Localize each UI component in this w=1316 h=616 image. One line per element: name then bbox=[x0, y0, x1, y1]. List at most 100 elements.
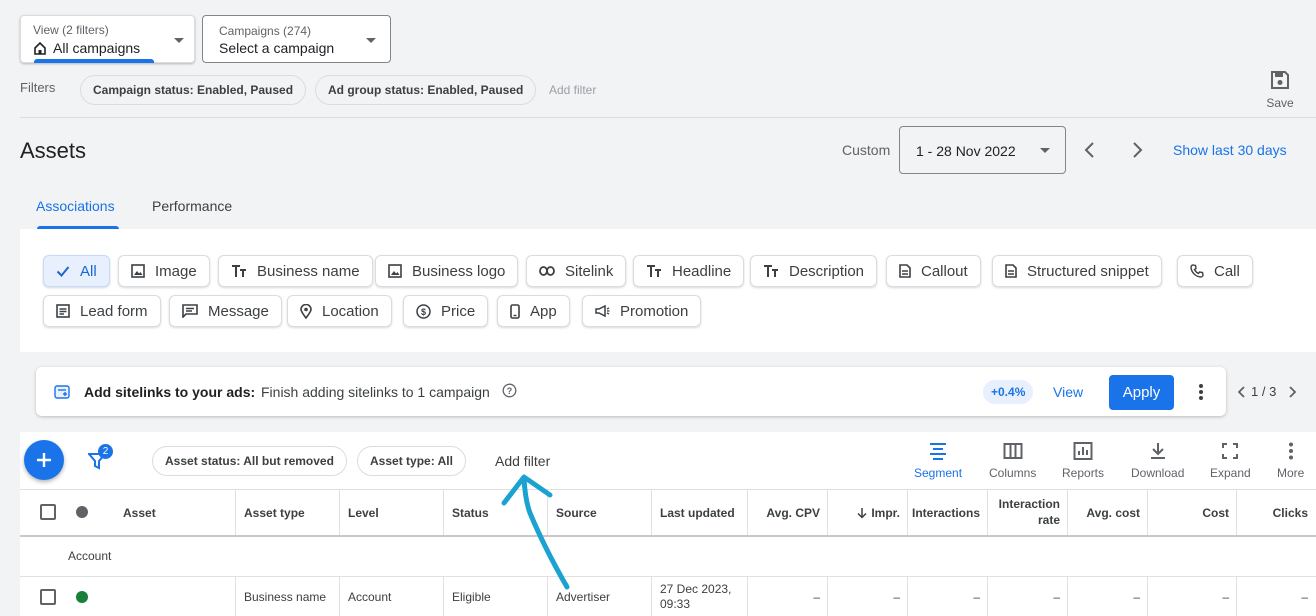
cell-avg-cpv: – bbox=[747, 577, 828, 616]
cell-interaction-rate: – bbox=[987, 577, 1068, 616]
column-header-interaction-rate[interactable]: Interaction rate bbox=[987, 490, 1068, 536]
group-label: Account bbox=[68, 549, 112, 563]
more-vert-icon bbox=[1288, 442, 1293, 460]
chevron-right-icon[interactable] bbox=[1129, 140, 1145, 160]
chevron-left-icon[interactable] bbox=[1237, 385, 1247, 399]
segment-icon bbox=[930, 443, 947, 460]
apply-button[interactable]: Apply bbox=[1109, 375, 1174, 410]
tab-performance[interactable]: Performance bbox=[152, 198, 232, 214]
expand-button[interactable]: Expand bbox=[1210, 442, 1251, 480]
type-chip-structured-snippet[interactable]: Structured snippet bbox=[992, 255, 1162, 287]
type-chip-promotion[interactable]: Promotion bbox=[582, 295, 702, 327]
sort-down-icon bbox=[857, 508, 867, 519]
view-selector[interactable]: View (2 filters) All campaigns bbox=[20, 15, 195, 63]
type-chip-sitelink[interactable]: Sitelink bbox=[526, 255, 627, 287]
type-chip-lead-form[interactable]: Lead form bbox=[43, 295, 161, 327]
download-button[interactable]: Download bbox=[1131, 442, 1184, 480]
more-vert-icon[interactable] bbox=[1197, 383, 1205, 401]
reports-button[interactable]: Reports bbox=[1062, 442, 1104, 480]
view-selector-value: All campaigns bbox=[53, 40, 141, 56]
asset-type-filter-panel bbox=[20, 229, 1316, 352]
chevron-down-icon bbox=[174, 38, 184, 43]
column-header-avg-cost[interactable]: Avg. cost bbox=[1067, 490, 1148, 536]
status-dot-header bbox=[76, 506, 88, 518]
column-header-asset-type[interactable]: Asset type bbox=[235, 490, 340, 536]
type-chip-business-name[interactable]: Business name bbox=[218, 255, 373, 287]
document-icon bbox=[1005, 264, 1017, 278]
download-icon bbox=[1150, 443, 1165, 459]
view-selector-label: View (2 filters) bbox=[33, 23, 109, 37]
column-header-impr[interactable]: Impr. bbox=[827, 490, 908, 536]
check-icon bbox=[56, 266, 70, 277]
image-icon bbox=[131, 264, 145, 278]
text-icon bbox=[232, 265, 246, 277]
home-icon bbox=[34, 41, 46, 55]
cell-impr: – bbox=[827, 577, 908, 616]
filter-chip-ad-group-status[interactable]: Ad group status: Enabled, Paused bbox=[315, 75, 537, 105]
save-button[interactable]: Save bbox=[1262, 70, 1298, 110]
column-header-avg-cpv[interactable]: Avg. CPV bbox=[747, 490, 828, 536]
add-button[interactable] bbox=[24, 440, 64, 480]
more-button[interactable]: More bbox=[1277, 442, 1304, 480]
column-header-clicks[interactable]: Clicks bbox=[1236, 490, 1316, 536]
cell-level: Account bbox=[339, 577, 444, 616]
column-header-interactions[interactable]: Interactions bbox=[907, 490, 988, 536]
cell-status: Eligible bbox=[443, 577, 548, 616]
column-header-level[interactable]: Level bbox=[339, 490, 444, 536]
page-title: Assets bbox=[20, 138, 87, 163]
type-chip-message[interactable]: Message bbox=[169, 295, 282, 327]
cell-clicks: – bbox=[1236, 577, 1316, 616]
chevron-down-icon bbox=[366, 38, 376, 43]
add-filter-button[interactable]: Add filter bbox=[495, 453, 550, 469]
chevron-left-icon[interactable] bbox=[1082, 140, 1098, 160]
cell-avg-cost: – bbox=[1067, 577, 1148, 616]
tab-associations[interactable]: Associations bbox=[36, 198, 115, 214]
type-chip-image[interactable]: Image bbox=[118, 255, 210, 287]
chevron-right-icon[interactable] bbox=[1287, 385, 1297, 399]
date-range-type-label: Custom bbox=[842, 142, 891, 158]
type-chip-description[interactable]: Description bbox=[750, 255, 878, 287]
type-chip-app[interactable]: App bbox=[497, 295, 570, 327]
type-chip-location[interactable]: Location bbox=[287, 295, 392, 327]
help-icon[interactable]: ? bbox=[502, 383, 517, 398]
campaign-selector[interactable]: Campaigns (274) Select a campaign bbox=[202, 15, 391, 63]
columns-button[interactable]: Columns bbox=[989, 442, 1036, 480]
save-label: Save bbox=[1266, 96, 1294, 110]
type-chip-callout[interactable]: Callout bbox=[886, 255, 981, 287]
row-checkbox[interactable] bbox=[40, 589, 56, 605]
reports-icon bbox=[1073, 442, 1093, 460]
plus-icon bbox=[37, 453, 51, 467]
sitelink-recommendation-icon bbox=[54, 385, 70, 399]
filter-chip-campaign-status[interactable]: Campaign status: Enabled, Paused bbox=[80, 75, 307, 105]
column-header-status[interactable]: Status bbox=[443, 490, 548, 536]
type-chip-business-logo[interactable]: Business logo bbox=[375, 255, 519, 287]
status-dot-enabled bbox=[76, 591, 88, 603]
uplift-badge: +0.4% bbox=[983, 380, 1034, 404]
filter-chip-asset-type[interactable]: Asset type: All bbox=[357, 446, 466, 476]
select-all-checkbox[interactable] bbox=[40, 504, 56, 520]
view-recommendation-button[interactable]: View bbox=[1053, 384, 1083, 400]
cell-interactions: – bbox=[907, 577, 988, 616]
show-last-30-days-link[interactable]: Show last 30 days bbox=[1173, 142, 1287, 158]
segment-button[interactable]: Segment bbox=[914, 442, 962, 480]
type-chip-headline[interactable]: Headline bbox=[633, 255, 745, 287]
campaign-selector-value: Select a campaign bbox=[219, 40, 335, 56]
column-header-source[interactable]: Source bbox=[547, 490, 652, 536]
column-header-asset[interactable]: Asset bbox=[115, 490, 236, 536]
date-range-value: 1 - 28 Nov 2022 bbox=[916, 143, 1016, 159]
text-icon bbox=[647, 265, 661, 277]
column-header-cost[interactable]: Cost bbox=[1147, 490, 1237, 536]
filter-button[interactable]: 2 bbox=[86, 444, 120, 474]
type-chip-call[interactable]: Call bbox=[1177, 255, 1253, 287]
price-icon: $ bbox=[416, 303, 431, 319]
megaphone-icon bbox=[595, 304, 610, 318]
date-range-picker[interactable]: 1 - 28 Nov 2022 bbox=[899, 126, 1066, 174]
add-filter-link[interactable]: Add filter bbox=[549, 83, 596, 97]
save-icon bbox=[1271, 71, 1289, 89]
type-chip-all[interactable]: All bbox=[43, 255, 110, 287]
type-chip-price[interactable]: $ Price bbox=[403, 295, 489, 327]
image-icon bbox=[388, 264, 402, 278]
cell-last-updated: 27 Dec 2023, 09:33 bbox=[651, 577, 748, 616]
filter-chip-asset-status[interactable]: Asset status: All but removed bbox=[152, 446, 347, 476]
column-header-last-updated[interactable]: Last updated bbox=[651, 490, 748, 536]
